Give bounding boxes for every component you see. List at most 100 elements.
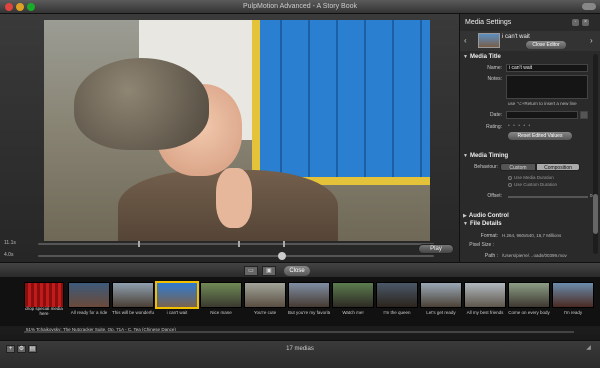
disclosure-down-icon: ▼ — [463, 221, 468, 227]
close-button[interactable]: Close — [284, 266, 310, 276]
timeline-main: 11.1s — [4, 240, 434, 248]
preview-photo-helmet — [74, 58, 209, 150]
notes-label: Notes: — [487, 76, 502, 82]
panel-title: Media Settings — [465, 19, 512, 26]
media-thumbnail[interactable] — [464, 282, 506, 308]
media-thumbnail-label: Let's get ready — [426, 310, 456, 315]
media-thumbnail[interactable] — [332, 282, 374, 308]
current-media-thumbnail — [478, 33, 500, 48]
media-timing-header[interactable]: ▼ Media Timing — [463, 153, 508, 159]
window-title: PulpMotion Advanced - A Story Book — [242, 3, 357, 10]
file-details-header[interactable]: ▼ File Details — [463, 221, 502, 227]
music-bar: 51% Tchaikovsky: The Nutcracker Suite, O… — [0, 326, 600, 334]
calendar-icon[interactable] — [580, 111, 588, 119]
timeline-marker[interactable] — [283, 241, 285, 247]
use-media-duration-radio[interactable]: Use Media Duration — [508, 175, 554, 180]
media-thumbnail[interactable] — [200, 282, 242, 308]
next-media-icon[interactable]: › — [590, 36, 598, 46]
format-value: H.264, 960x540, 16,7 Millions — [502, 233, 562, 238]
media-thumbnail-label: All my best friends — [466, 310, 504, 315]
timeline-main-track[interactable] — [38, 241, 434, 247]
view-toolbar: ▭ ▣ Close — [0, 262, 600, 278]
timeline-secondary-duration: 4.0s — [4, 252, 14, 258]
media-thumbnail-label: But you're my favorite — [288, 310, 330, 315]
disclosure-right-icon: ▶ — [463, 213, 467, 219]
media-filmstrip: drop special media here All ready for a … — [0, 278, 600, 326]
media-name-field[interactable]: i can't wait — [506, 64, 588, 72]
rating-label: Rating: — [486, 124, 502, 130]
window-titlebar: PulpMotion Advanced - A Story Book — [0, 0, 600, 14]
media-thumbnail[interactable] — [420, 282, 462, 308]
reset-edited-values-button[interactable]: Reset Edited Values — [508, 132, 572, 140]
path-label: Path : — [484, 253, 498, 259]
behaviour-composition-option[interactable]: Composition — [536, 163, 580, 171]
behaviour-custom-option[interactable]: Custom — [500, 163, 536, 171]
media-thumbnail[interactable] — [376, 282, 418, 308]
resize-grip-icon[interactable]: ◢ — [584, 345, 593, 353]
media-thumbnail[interactable] — [156, 282, 198, 308]
media-thumbnail-label: You're cute — [253, 310, 277, 315]
playhead-thumb[interactable] — [278, 252, 286, 260]
media-navigator: ‹ i can't wait Close Editor › — [460, 31, 600, 51]
current-media-name: i can't wait — [502, 34, 530, 40]
panel-header: Media Settings ◦ × — [460, 17, 600, 29]
media-title-section: ▼ Media Title Name: i can't wait Notes: u… — [460, 54, 600, 154]
media-thumbnail[interactable] — [68, 282, 110, 308]
timeline-marker[interactable] — [238, 241, 240, 247]
media-thumbnail-label: I'm ready — [563, 310, 583, 315]
preview-photo-hands — [216, 168, 252, 228]
notes-field[interactable] — [506, 75, 588, 99]
pixel-size-label: Pixel Size : — [469, 242, 494, 248]
media-thumbnail-label: All ready for a ride — [70, 310, 108, 315]
view-mode-filmstrip-icon[interactable]: ▭ — [244, 266, 258, 276]
media-thumbnail-label: This will be wonderful — [112, 310, 154, 315]
media-thumbnail[interactable] — [508, 282, 550, 308]
drop-zone-label: drop special media here — [25, 306, 63, 316]
play-button[interactable]: Play — [418, 244, 454, 254]
file-details-section: ▼ File Details Format: H.264, 960x540, 16… — [460, 221, 600, 262]
offset-slider[interactable] — [508, 196, 588, 198]
status-bar: + ⚙ ▤ 17 medias ◢ — [0, 340, 600, 368]
media-thumbnail[interactable] — [288, 282, 330, 308]
panel-scrollbar[interactable] — [593, 54, 598, 254]
music-progress-track[interactable] — [24, 331, 574, 333]
timeline-marker[interactable] — [138, 241, 140, 247]
media-thumbnail-label: I'm the queen — [383, 310, 411, 315]
date-label: Date: — [490, 112, 502, 118]
media-thumbnail[interactable] — [552, 282, 594, 308]
toolbar-toggle-button[interactable] — [582, 3, 596, 10]
media-thumbnail[interactable] — [244, 282, 286, 308]
timeline-secondary: 4.0s — [4, 252, 434, 260]
notes-hint: use ⌥+Return to insert a new line — [508, 101, 577, 106]
audio-control-header[interactable]: ▶ Audio Control — [463, 213, 509, 219]
media-thumbnail-label: Come on every body — [508, 310, 550, 315]
preview-photo-door — [252, 20, 430, 185]
panel-settings-icon[interactable]: ◦ — [572, 19, 579, 26]
rating-dots[interactable]: • • • • • — [508, 123, 531, 129]
close-editor-button[interactable]: Close Editor — [526, 41, 566, 49]
media-settings-panel: Media Settings ◦ × ‹ i can't wait Close … — [459, 14, 600, 262]
use-custom-duration-radio[interactable]: Use Custom Duration — [508, 182, 557, 187]
media-thumbnail-label: Watch me! — [342, 310, 364, 315]
media-thumbnail-label: i can't wait — [166, 310, 188, 315]
view-mode-preview-icon[interactable]: ▣ — [262, 266, 276, 276]
media-title-header[interactable]: ▼ Media Title — [463, 54, 501, 60]
format-label: Format: — [480, 233, 498, 239]
name-label: Name: — [487, 65, 502, 71]
disclosure-down-icon: ▼ — [463, 153, 468, 159]
media-timing-section: ▼ Media Timing Behaviour: Custom Composit… — [460, 153, 600, 213]
date-field[interactable] — [506, 111, 578, 119]
path-value[interactable]: /Users/pierre/…oads/00399.mov — [502, 253, 567, 258]
previous-media-icon[interactable]: ‹ — [464, 36, 472, 46]
disclosure-down-icon: ▼ — [463, 54, 468, 60]
offset-label: Offset: — [487, 193, 502, 199]
timeline-main-duration: 11.1s — [4, 240, 16, 246]
video-preview[interactable] — [44, 20, 430, 241]
audio-control-section: ▶ Audio Control — [460, 213, 600, 221]
media-count: 17 medias — [286, 346, 314, 352]
preview-area: 11.1s 4.0s Play — [0, 14, 459, 262]
media-thumbnail[interactable] — [112, 282, 154, 308]
special-media-drop-zone[interactable] — [24, 282, 64, 308]
panel-close-icon[interactable]: × — [582, 19, 589, 26]
timeline-secondary-track[interactable] — [38, 252, 434, 260]
